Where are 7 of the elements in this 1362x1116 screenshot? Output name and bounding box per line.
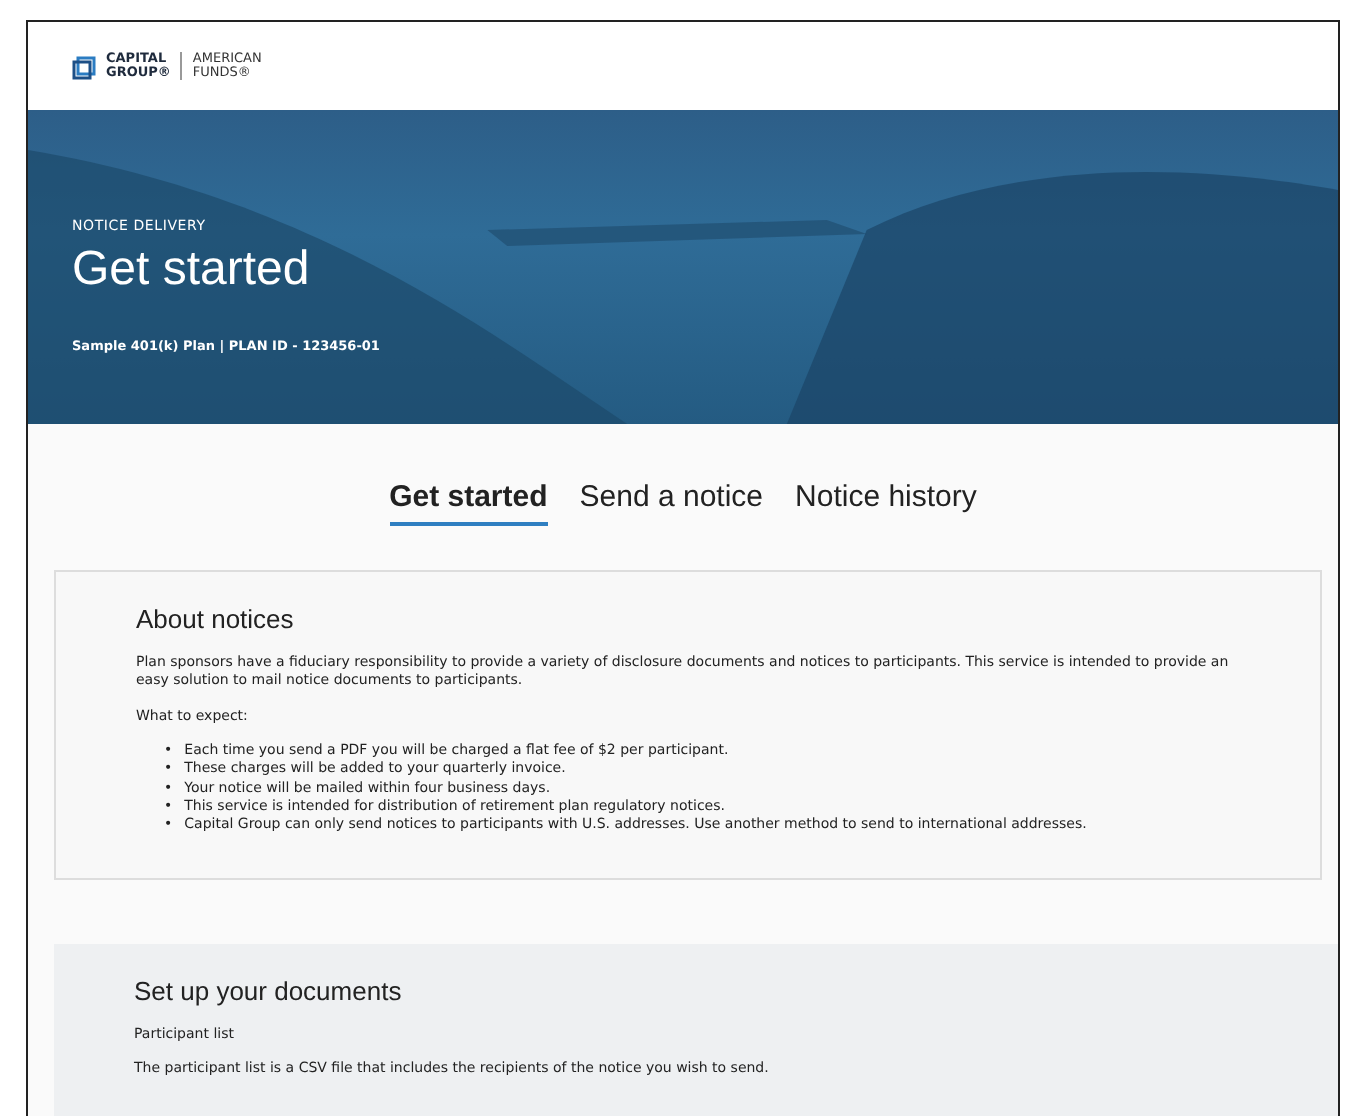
section-title: About notices [136, 604, 296, 634]
tab[interactable]: Get started [389, 480, 548, 526]
page-title: Get started [72, 242, 312, 298]
section-title: Set up your documents [134, 975, 404, 1006]
tab[interactable]: Notice history [795, 480, 977, 526]
logo-icon [72, 56, 96, 80]
tab[interactable]: Send a notice [579, 480, 764, 526]
